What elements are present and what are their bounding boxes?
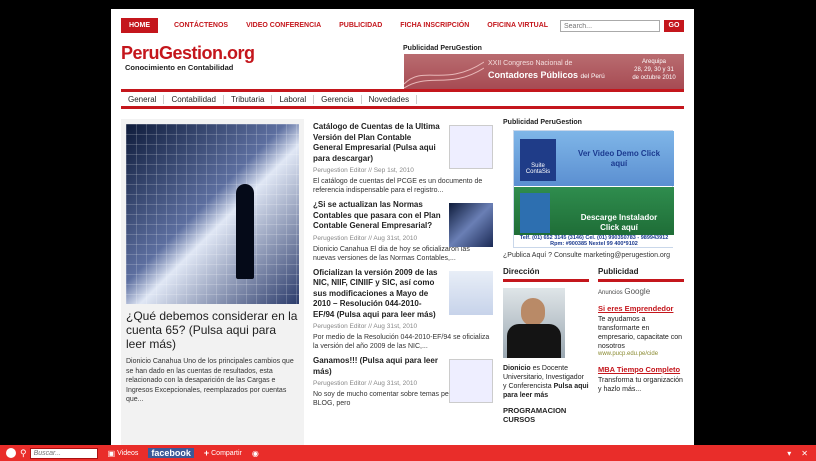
go-button[interactable]: GO [664,20,684,32]
cat-general[interactable]: General [121,94,165,104]
plus-icon: + [203,448,210,458]
cat-novedades[interactable]: Novedades [362,94,418,104]
ad-product-box [520,193,550,233]
featured-desc: Dionicio Canahua Uno de los principales … [126,358,294,403]
article-item: Catálogo de Cuentas de la Ultima Versión… [313,122,493,195]
google-ads-label[interactable]: Anuncios Google [598,287,684,296]
featured-image[interactable] [126,124,299,304]
ad2-desc: Transforma tu organización y hazlo más..… [598,377,683,393]
ad-contact: Telf. (01) 652 3145 (3146) Cel. (01) 990… [514,235,674,247]
toolbar-menu-icon[interactable] [6,448,16,458]
banner-line2: Contadores Públicos del Perú [488,70,605,80]
article-item: Oficializan la versión 2009 de las NIC, … [313,268,493,352]
article-item: ¿Si se actualizan las Normas Contables q… [313,200,493,263]
toolbar-search-input[interactable] [29,447,98,459]
ad1-url[interactable]: www.pucp.edu.pe/cide [598,351,684,357]
facebook-button[interactable]: facebook [148,448,194,458]
featured-title[interactable]: ¿Qué debemos considerar en la cuenta 65?… [126,309,299,351]
programacion-cursos[interactable]: PROGRAMACION CURSOS [503,406,589,424]
ad2-title[interactable]: MBA Tiempo Completo [598,365,684,374]
direccion-heading: Dirección [503,267,589,282]
sidebar-publicidad-title: Publicidad PeruGestion [503,119,582,126]
director-photo[interactable] [503,288,565,358]
banner-place: Arequipa [641,59,667,65]
publicidad-heading: Publicidad [598,267,684,282]
video-icon: ▣ [107,448,116,458]
banner-line2-main: Contadores Públicos [488,70,579,80]
cat-gerencia[interactable]: Gerencia [314,94,362,104]
article-title[interactable]: Oficializan la versión 2009 de las NIC, … [313,268,441,321]
publicidad-title: Publicidad PeruGestion [403,45,482,52]
article-thumbnail[interactable] [449,203,493,247]
nav-publicidad[interactable]: PUBLICIDAD [339,22,382,29]
ad-logo-box: Suite ContaSis [520,139,556,181]
google-label: Google [624,287,651,296]
article-title[interactable]: ¿Si se actualizan las Normas Contables q… [313,200,441,232]
videos-item[interactable]: ▣ Videos [108,449,139,458]
top-navigation: HOME CONTÁCTENOS VIDEO CONFERENCIA PUBLI… [121,17,566,33]
article-thumbnail[interactable] [449,270,493,315]
search-icon[interactable]: ⚲ [20,448,27,459]
featured-article: ¿Qué debemos considerar en la cuenta 65?… [121,119,304,446]
banner-days: 28, 29, 30 y 31 [634,67,674,73]
banner-month: de octubre 2010 [632,75,676,81]
director-suit [507,324,561,358]
director-name: Dionicio [503,365,531,372]
article-desc: Por medio de la Resolución 044-2010-EF/9… [313,334,490,350]
close-icon[interactable]: ✕ [801,449,808,458]
search-input[interactable] [560,20,660,32]
article-meta: Perugestion Editor // Aug 31st, 2010 [313,323,418,330]
videos-label: Videos [117,449,139,457]
banner-dates: Arequipa 28, 29, 30 y 31 de octubre 2010 [628,58,680,82]
category-navigation: General Contabilidad Tributaria Laboral … [121,89,684,109]
congress-banner[interactable]: XXII Congreso Nacional de Contadores Púb… [404,54,684,90]
nav-oficina-virtual[interactable]: OFICINA VIRTUAL [487,22,548,29]
webpage: HOME CONTÁCTENOS VIDEO CONFERENCIA PUBLI… [111,9,694,446]
sidebar-columns: Dirección Dionicio es Docente Universita… [503,267,684,424]
article-thumbnail[interactable] [449,125,493,169]
ad1-desc: Te ayudamos a transformarte en empresari… [598,316,683,350]
site-logo[interactable]: PeruGestion.org [121,43,255,64]
article-list: Catálogo de Cuentas de la Ultima Versión… [313,122,493,413]
nav-contactenos[interactable]: CONTÁCTENOS [174,22,228,29]
contasis-ad[interactable]: Suite ContaSis Ver Video Demo Click aquí… [513,130,674,248]
anuncios-label: Anuncios [598,290,623,296]
banner-line1: XXII Congreso Nacional de [488,60,573,67]
cat-contabilidad[interactable]: Contabilidad [164,94,224,104]
browser-toolbar: ⚲ ▣ Videos facebook + Compartir ◉ ▾ ✕ [0,445,816,461]
nav-video-conferencia[interactable]: VIDEO CONFERENCIA [246,22,321,29]
direccion-text: Dionicio es Docente Universitario, Inves… [503,364,589,400]
featured-image-silhouette [236,184,254,279]
ad-download-link[interactable]: Descarge Instalador Click aquí [574,213,664,233]
director-face [521,298,545,326]
cat-laboral[interactable]: Laboral [272,94,315,104]
article-desc: El catálogo de cuentas del PCGE es un do… [313,178,483,194]
publica-aqui[interactable]: ¿Publica Aquí ? Consulte marketing@perug… [503,252,684,259]
ad1-title[interactable]: Si eres Emprendedor [598,304,684,313]
article-thumbnail[interactable] [449,359,493,403]
direccion-column: Dirección Dionicio es Docente Universita… [503,267,589,424]
sidebar: Publicidad PeruGestion Suite ContaSis Ve… [503,119,684,424]
article-title[interactable]: Ganamos!!! (Pulsa aqui para leer más) [313,356,441,377]
banner-line2-suffix: del Perú [580,73,605,80]
cat-tributaria[interactable]: Tributaria [224,94,273,104]
site-tagline: Conocimiento en Contabilidad [125,63,234,72]
rss-icon[interactable]: ◉ [252,449,259,458]
banner-wave-graphic [404,61,484,89]
compartir-item[interactable]: + Compartir [204,448,242,458]
nav-home[interactable]: HOME [121,17,158,33]
article-item: Ganamos!!! (Pulsa aqui para leer más) Pe… [313,356,493,408]
publicidad-column: Publicidad Anuncios Google Si eres Empre… [598,267,684,424]
chevron-down-icon[interactable]: ▾ [787,449,791,458]
article-title[interactable]: Catálogo de Cuentas de la Ultima Versión… [313,122,441,164]
nav-ficha-inscripcion[interactable]: FICHA INSCRIPCIÓN [400,22,469,29]
compartir-label: Compartir [211,449,242,457]
ad-video-demo-link[interactable]: Ver Video Demo Click aquí [574,149,664,169]
featured-image-grid [126,124,299,304]
ad-brand: Suite ContaSis [525,163,551,175]
article-desc: Dionicio Canahua El dia de hoy se oficia… [313,245,470,262]
